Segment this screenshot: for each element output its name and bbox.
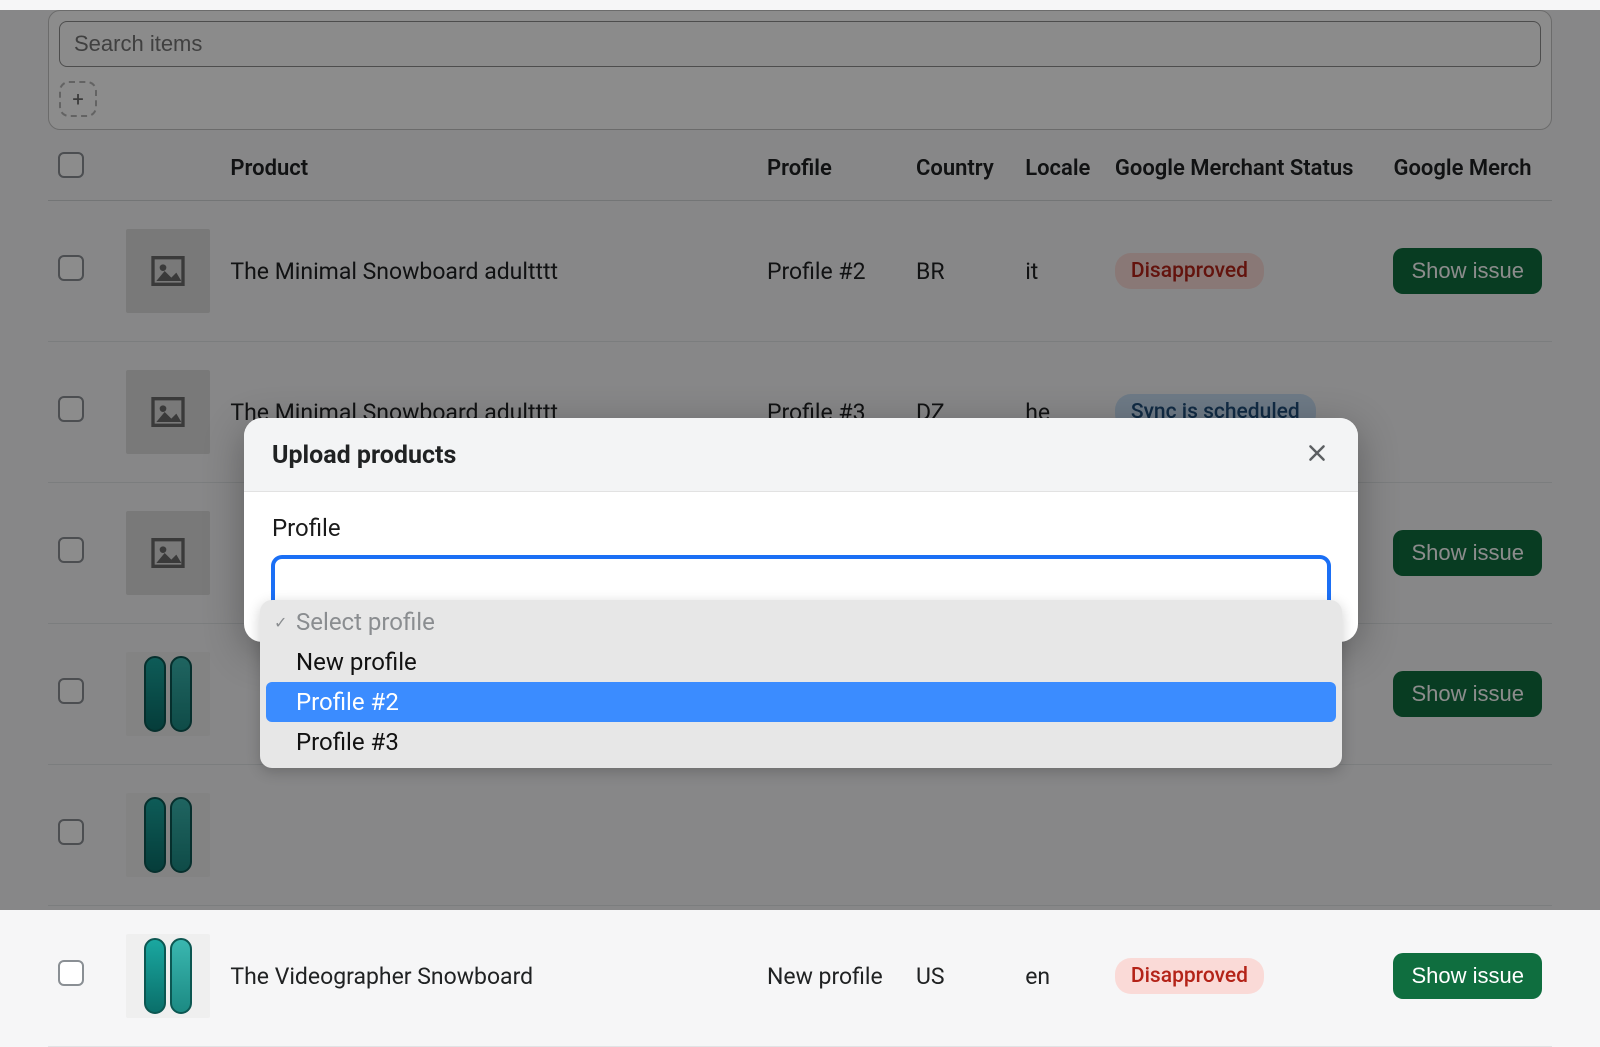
check-icon: ✓	[274, 613, 287, 632]
dropdown-option-profile-2[interactable]: Profile #2	[266, 682, 1336, 722]
row-checkbox[interactable]	[58, 960, 84, 986]
profile-dropdown: ✓ Select profile New profile Profile #2 …	[260, 600, 1342, 768]
profile-cell: New profile	[757, 906, 906, 1047]
status-badge: Disapproved	[1115, 958, 1264, 994]
country-cell: US	[906, 906, 1015, 1047]
product-name: The Videographer Snowboard	[220, 906, 757, 1047]
dropdown-option-placeholder[interactable]: ✓ Select profile	[266, 602, 1336, 642]
profile-field-label: Profile	[272, 514, 1330, 542]
show-issues-button[interactable]: Show issue	[1393, 953, 1542, 999]
dropdown-option-profile-3[interactable]: Profile #3	[266, 722, 1336, 762]
product-thumbnail	[126, 934, 210, 1018]
modal-title: Upload products	[272, 441, 456, 470]
locale-cell: en	[1015, 906, 1105, 1047]
dropdown-option-new-profile[interactable]: New profile	[266, 642, 1336, 682]
table-row: The Videographer Snowboard New profile U…	[48, 906, 1552, 1047]
close-icon[interactable]	[1306, 440, 1328, 471]
upload-products-modal: Upload products Profile ✓ Select profile…	[244, 418, 1358, 642]
